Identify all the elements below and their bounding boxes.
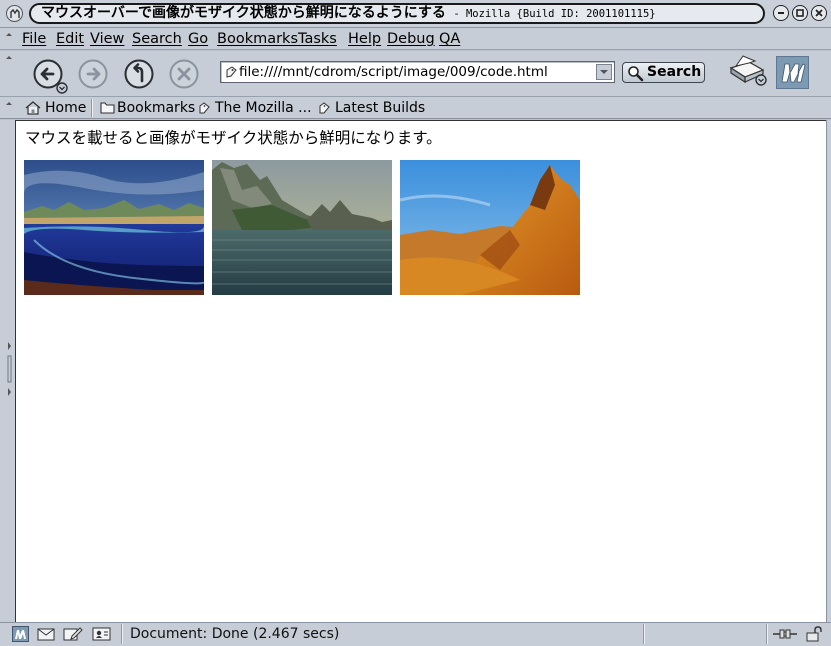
toolbar-separator: [91, 99, 93, 117]
image-desert-mountain[interactable]: [400, 160, 580, 295]
status-separator: [643, 624, 645, 644]
menu-bookmarks[interactable]: Bookmarks: [217, 29, 298, 49]
window-menu-icon[interactable]: [6, 5, 23, 22]
search-button-label: Search: [647, 64, 702, 80]
mozilla-logo-icon[interactable]: [776, 56, 809, 89]
page-content: マウスを載せると画像がモザイク状態から鮮明になります。: [15, 120, 826, 623]
image-mountain-lake[interactable]: [212, 160, 392, 295]
window-edge: [826, 120, 831, 623]
bookmark-the-mozilla[interactable]: The Mozilla ...: [198, 98, 312, 118]
stop-button[interactable]: [169, 59, 199, 89]
minimize-button[interactable]: [773, 5, 789, 21]
print-button[interactable]: [725, 54, 769, 88]
image-coast[interactable]: [24, 160, 204, 295]
bookmark-icon: [319, 102, 330, 114]
page-text: マウスを載せると画像がモザイク状態から鮮明になります。: [25, 129, 442, 147]
maximize-button[interactable]: [792, 5, 808, 21]
forward-button[interactable]: [78, 59, 108, 89]
status-separator: [766, 624, 768, 644]
address-book-icon[interactable]: [92, 626, 112, 642]
back-button[interactable]: [33, 59, 68, 94]
search-button[interactable]: Search: [622, 62, 705, 83]
url-bar[interactable]: file:////mnt/cdrom/script/image/009/code…: [220, 61, 615, 83]
bookmark-icon: [199, 102, 210, 114]
menu-edit[interactable]: Edit: [56, 29, 84, 49]
mail-icon[interactable]: [37, 626, 55, 642]
url-history-dropdown[interactable]: [596, 64, 612, 80]
personal-toolbar: Home Bookmarks The Mozilla ... Latest Bu…: [0, 97, 831, 119]
status-separator: [121, 624, 123, 644]
bookmark-the-mozilla-label: The Mozilla ...: [215, 100, 312, 116]
status-text: Document: Done (2.467 secs): [130, 626, 340, 642]
bookmarks-label: Bookmarks: [117, 100, 196, 116]
folder-icon: [100, 102, 115, 114]
menu-help[interactable]: Help: [348, 29, 381, 49]
menu-qa[interactable]: QA: [439, 29, 460, 49]
bookmarks-button[interactable]: Bookmarks: [100, 98, 195, 118]
navigator-taskbar-icon[interactable]: [12, 626, 29, 642]
home-label: Home: [45, 100, 87, 116]
house-icon: [25, 101, 41, 115]
sidebar-grip[interactable]: [0, 120, 15, 623]
window-title-text: マウスオーバーで画像がモザイク状態から鮮明になるようにする: [41, 5, 446, 21]
close-button[interactable]: [811, 5, 827, 21]
reload-button[interactable]: [124, 59, 154, 89]
menu-file[interactable]: File: [22, 29, 46, 49]
menu-tasks[interactable]: Tasks: [298, 29, 337, 49]
bookmark-latest-builds-label: Latest Builds: [335, 100, 426, 116]
window-title: マウスオーバーで画像がモザイク状態から鮮明になるようにする - Mozilla …: [29, 3, 765, 24]
toolbar-grip[interactable]: [5, 97, 13, 119]
menu-debug[interactable]: Debug: [387, 29, 435, 49]
magnifier-icon: [628, 66, 644, 82]
menu-bar: File Edit View Search Go Bookmarks Tasks…: [0, 28, 831, 50]
security-lock-icon[interactable]: [804, 626, 824, 642]
menu-go[interactable]: Go: [188, 29, 208, 49]
composer-icon[interactable]: [63, 626, 83, 642]
url-text[interactable]: file:////mnt/cdrom/script/image/009/code…: [239, 62, 548, 82]
status-bar: Document: Done (2.467 secs): [0, 622, 831, 646]
bookmark-latest-builds[interactable]: Latest Builds: [318, 98, 425, 118]
menu-view[interactable]: View: [90, 29, 124, 49]
toolbar-grip[interactable]: [5, 51, 13, 97]
menu-search[interactable]: Search: [132, 29, 182, 49]
online-status-icon[interactable]: [772, 626, 798, 642]
home-button[interactable]: Home: [25, 98, 86, 118]
window-title-app: - Mozilla {Build ID: 2001101115}: [453, 8, 656, 20]
toolbar-grip[interactable]: [5, 28, 12, 50]
title-bar[interactable]: マウスオーバーで画像がモザイク状態から鮮明になるようにする - Mozilla …: [0, 0, 831, 28]
navigation-toolbar: file:////mnt/cdrom/script/image/009/code…: [0, 51, 831, 97]
page-proxy-icon[interactable]: [224, 65, 238, 79]
